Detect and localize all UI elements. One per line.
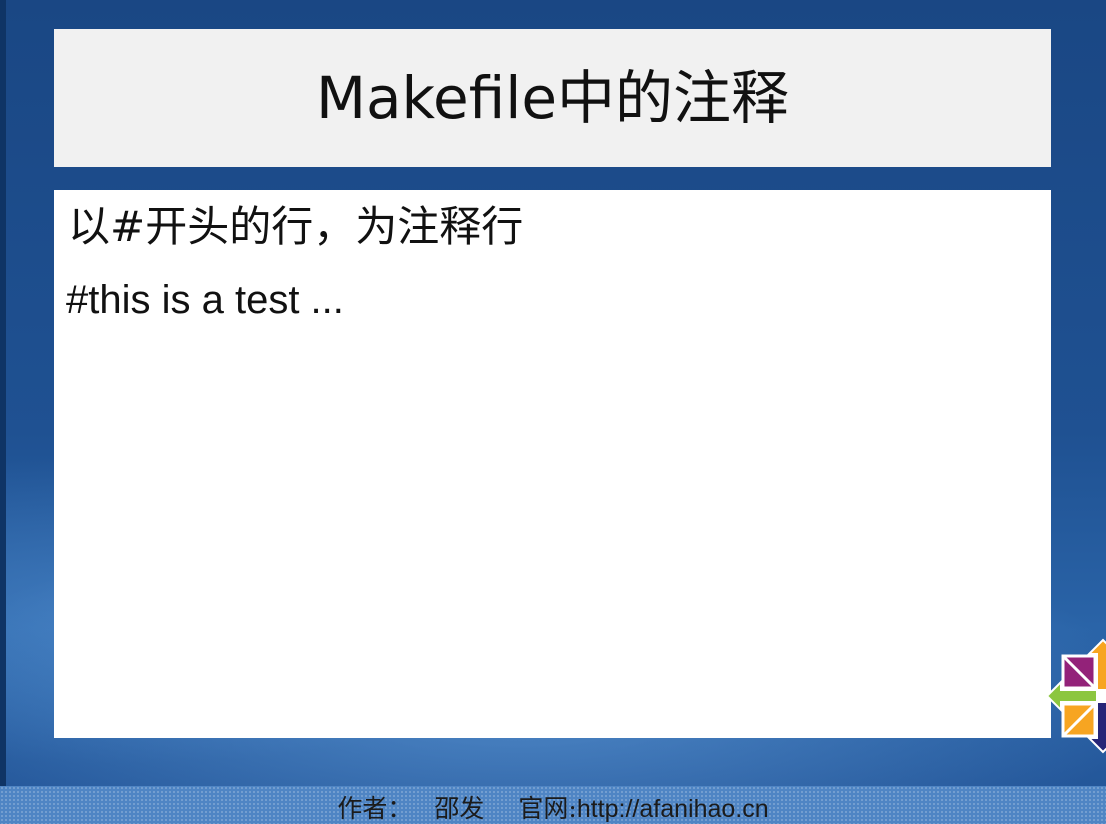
content-line-2: #this is a test ...	[66, 278, 344, 322]
centos-logo-icon	[1028, 620, 1106, 772]
footer-band: 作者： 邵发 官网:http://afanihao.cn	[0, 786, 1106, 824]
footer-text: 作者： 邵发 官网:http://afanihao.cn	[337, 796, 768, 822]
title-box: Makefile中的注释	[54, 29, 1051, 167]
footer-site-url: http://afanihao.cn	[576, 795, 769, 823]
footer-author-name: 邵发	[434, 794, 485, 823]
footer-site-label: 官网:	[518, 794, 577, 823]
content-line-1: 以#开头的行，为注释行	[68, 202, 524, 251]
centos-logo-svg	[1045, 638, 1106, 754]
content-box: 以#开头的行，为注释行 #this is a test ...	[54, 190, 1051, 738]
footer-author-label: 作者：	[337, 794, 413, 823]
slide-title: Makefile中的注释	[315, 64, 790, 132]
